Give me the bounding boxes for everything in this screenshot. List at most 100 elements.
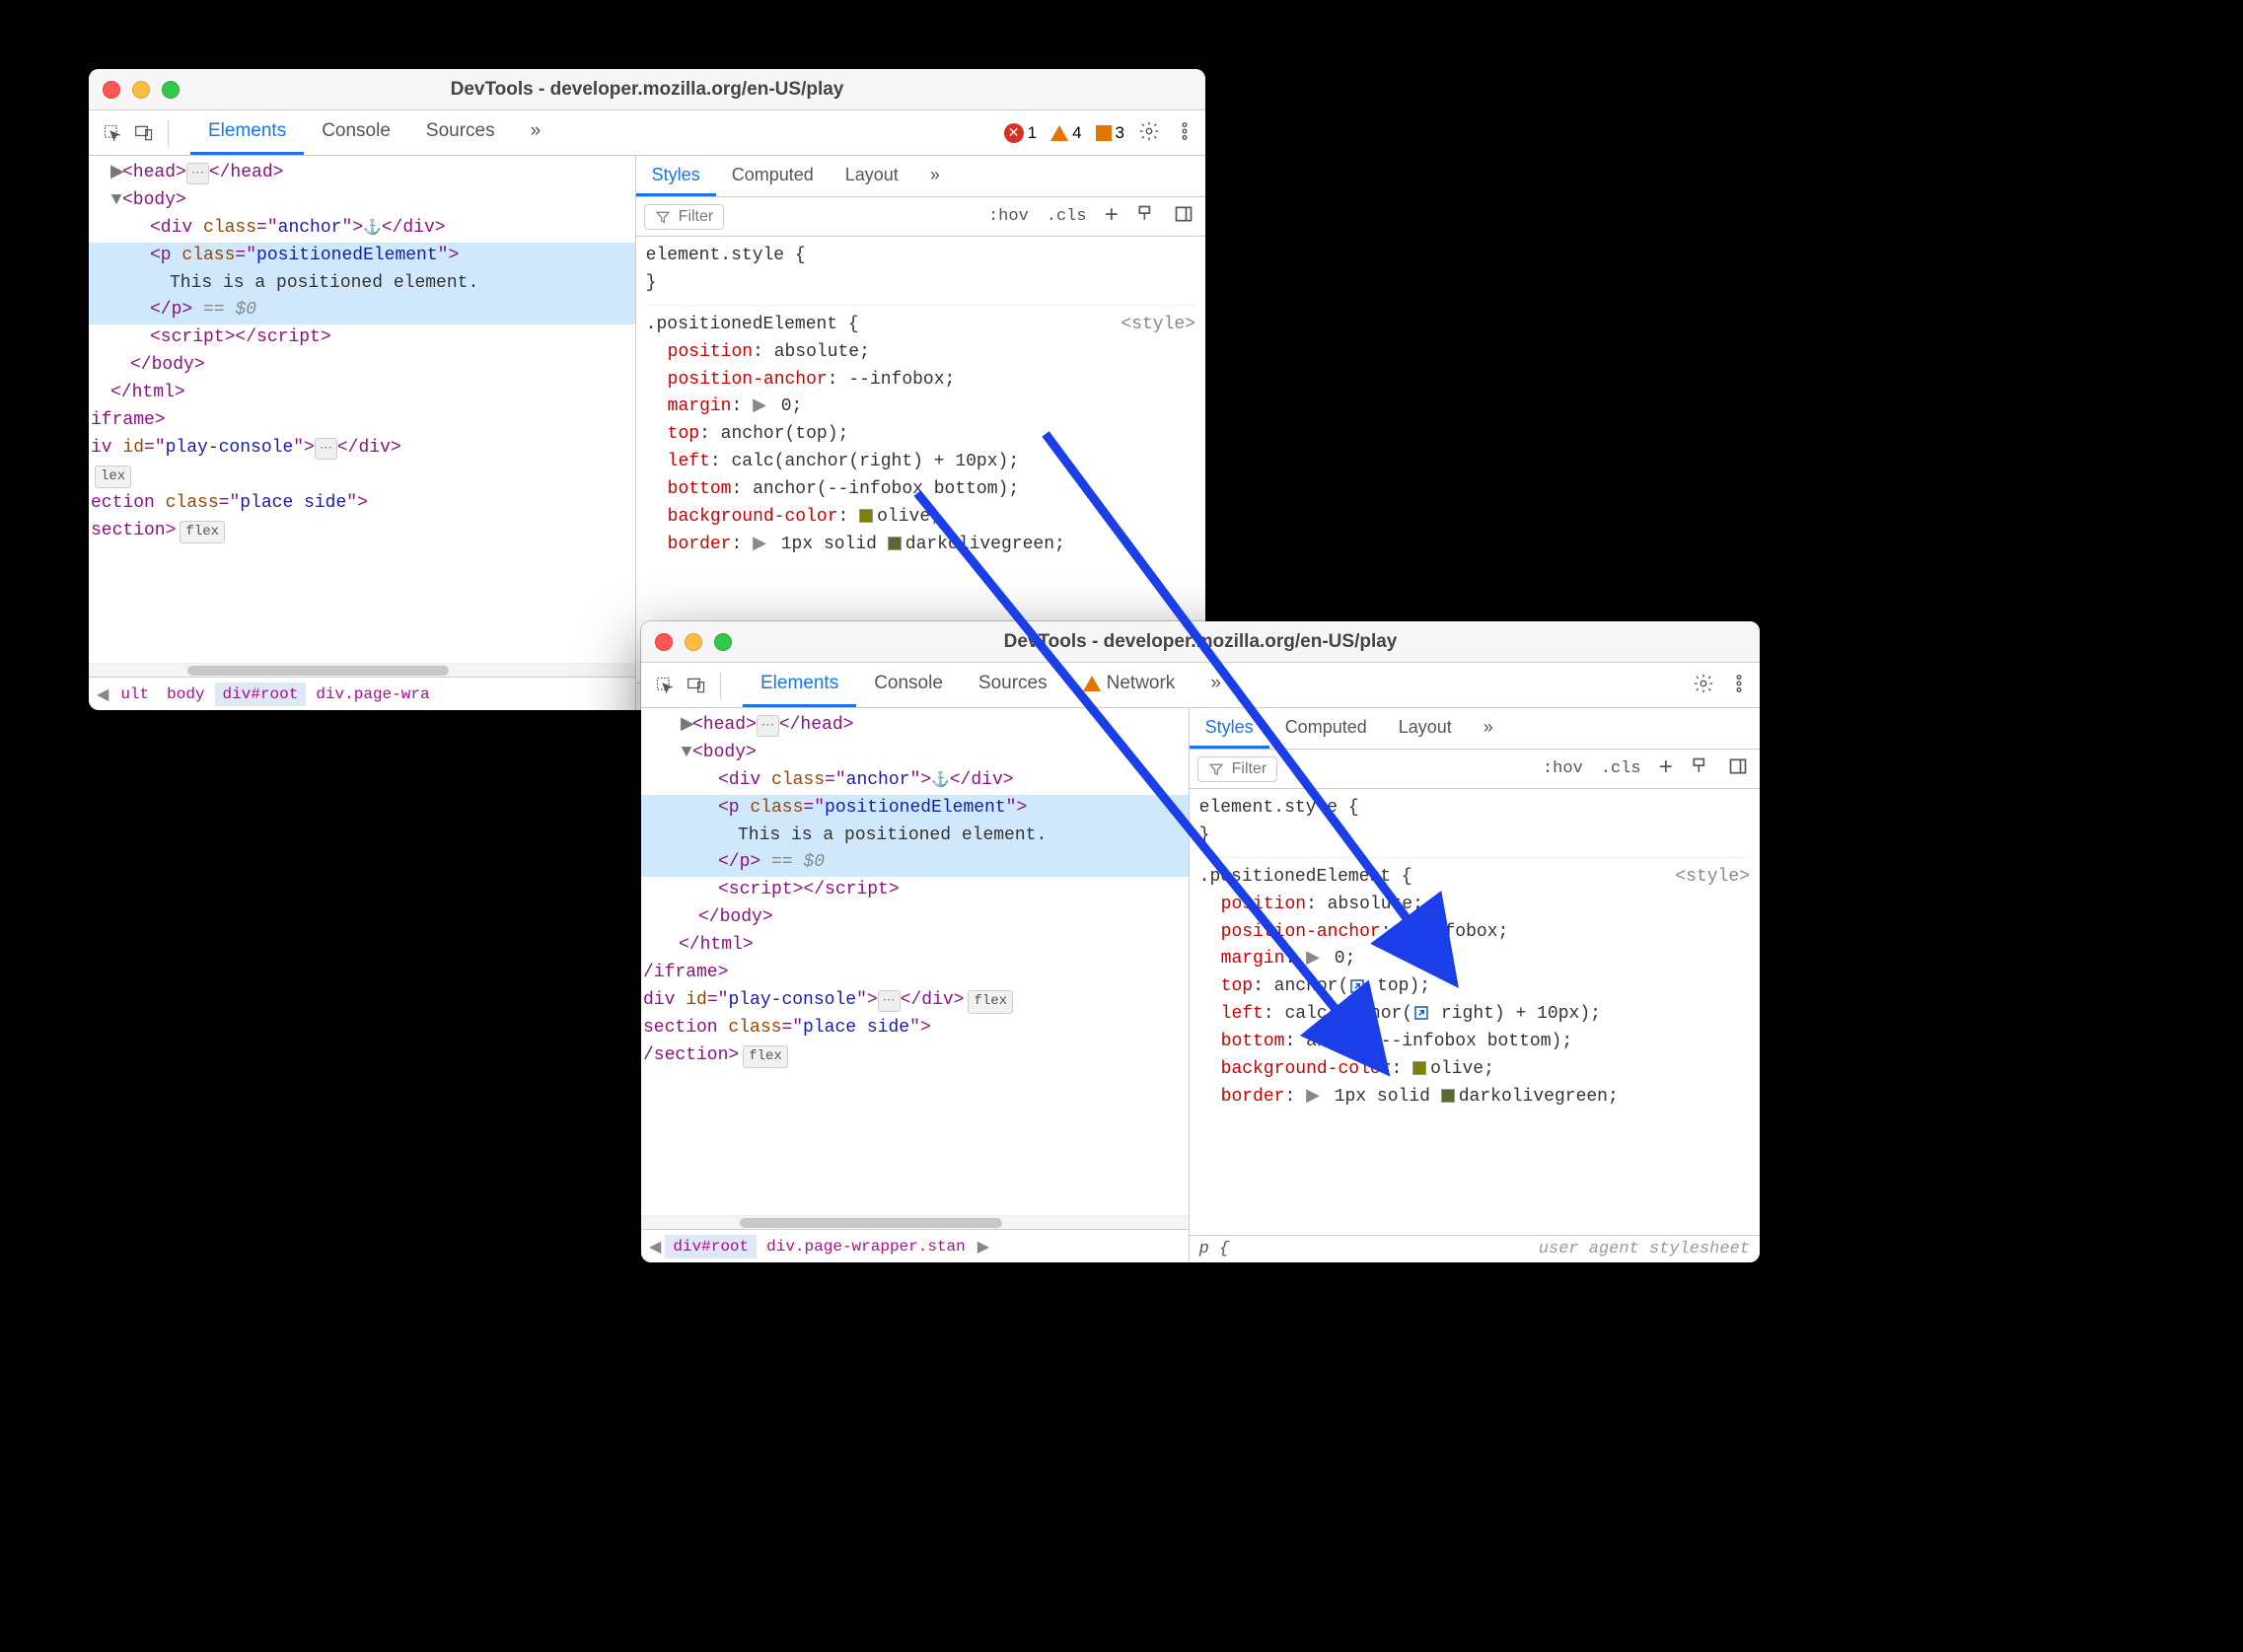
titlebar: DevTools - developer.mozilla.org/en-US/p… xyxy=(89,69,1205,110)
warnings-number: 4 xyxy=(1072,123,1081,143)
tab-sources[interactable]: Sources xyxy=(961,663,1065,707)
divider xyxy=(720,673,721,698)
inspect-element-icon[interactable] xyxy=(651,672,679,699)
expand-shorthand-icon[interactable]: ▶ xyxy=(753,396,766,416)
flex-badge[interactable]: lex xyxy=(95,466,131,489)
styles-rules[interactable]: element.style { } .positionedElement { <… xyxy=(636,237,1205,682)
errors-number: 1 xyxy=(1028,123,1037,143)
horizontal-scrollbar[interactable] xyxy=(641,1215,1189,1229)
tab-elements[interactable]: Elements xyxy=(743,663,856,707)
settings-icon[interactable] xyxy=(1693,673,1714,697)
filter-icon xyxy=(655,209,671,225)
rule-header: .positionedElement { <style> xyxy=(646,312,1195,339)
ua-stylesheet-label: user agent stylesheet xyxy=(1539,1240,1750,1258)
styles-pane: Styles Computed Layout » Filter :hov .cl… xyxy=(1190,708,1760,1262)
new-style-icon[interactable]: + xyxy=(1101,201,1122,232)
warnings-count[interactable]: 4 xyxy=(1050,123,1081,143)
expand-shorthand-icon[interactable]: ▶ xyxy=(753,535,766,554)
brush-icon[interactable] xyxy=(1687,754,1714,784)
color-swatch[interactable] xyxy=(1441,1089,1455,1103)
anchor-icon: ⚓ xyxy=(931,772,950,789)
more-tabs-icon[interactable]: » xyxy=(1193,663,1239,707)
breadcrumb-nav-right[interactable]: ▶ xyxy=(976,1237,991,1257)
expand-shorthand-icon[interactable]: ▶ xyxy=(1306,949,1320,969)
flex-badge[interactable]: flex xyxy=(968,990,1013,1014)
more-icon[interactable] xyxy=(1174,120,1195,145)
cls-toggle[interactable]: .cls xyxy=(1597,757,1645,780)
main-toolbar: Elements Console Sources Network » xyxy=(641,663,1760,708)
tab-styles[interactable]: Styles xyxy=(636,156,716,196)
anchor-link-icon[interactable] xyxy=(1348,977,1366,995)
crumb[interactable]: div.page-wra xyxy=(308,682,437,706)
tab-styles[interactable]: Styles xyxy=(1190,708,1269,749)
element-style-header: element.style { xyxy=(1199,795,1750,823)
hov-toggle[interactable]: :hov xyxy=(984,205,1033,228)
crumb[interactable]: body xyxy=(159,682,212,706)
breadcrumb-nav-left[interactable]: ◀ xyxy=(647,1237,663,1257)
dom-tree[interactable]: ▶<head>⋯</head> ▼<body> <div class="anch… xyxy=(641,708,1189,1215)
filter-bar: Filter :hov .cls + xyxy=(1190,750,1760,789)
filter-placeholder: Filter xyxy=(1232,760,1267,778)
style-source-link[interactable]: <style> xyxy=(1121,312,1195,339)
breadcrumb: ◀ div#root div.page-wrapper.stan ▶ xyxy=(641,1229,1189,1262)
crumb[interactable]: div.page-wrapper.stan xyxy=(759,1235,974,1258)
hov-toggle[interactable]: :hov xyxy=(1539,757,1587,780)
style-source-link[interactable]: <style> xyxy=(1675,864,1750,892)
elements-pane: ▶<head>⋯</head> ▼<body> <div class="anch… xyxy=(641,708,1190,1262)
panel-icon[interactable] xyxy=(1724,754,1752,784)
flex-badge[interactable]: flex xyxy=(743,1045,788,1069)
more-tabs-icon[interactable]: » xyxy=(1468,708,1509,749)
dom-tree[interactable]: ▶<head>⋯</head> ▼<body> <div class="anch… xyxy=(89,156,635,663)
filter-input[interactable]: Filter xyxy=(644,204,725,230)
tab-computed[interactable]: Computed xyxy=(716,156,830,196)
tab-network[interactable]: Network xyxy=(1065,663,1194,707)
main-tabs: Elements Console Sources Network » xyxy=(743,663,1239,707)
more-tabs-icon[interactable]: » xyxy=(914,156,956,196)
tab-sources[interactable]: Sources xyxy=(408,110,513,155)
main-panes: ▶<head>⋯</head> ▼<body> <div class="anch… xyxy=(641,708,1760,1262)
breadcrumb-nav-left[interactable]: ◀ xyxy=(95,684,110,704)
divider xyxy=(168,120,169,146)
breadcrumb: ◀ ult body div#root div.page-wra xyxy=(89,677,635,710)
tab-elements[interactable]: Elements xyxy=(190,110,304,155)
brush-icon[interactable] xyxy=(1132,202,1160,232)
cls-toggle[interactable]: .cls xyxy=(1043,205,1091,228)
anchor-link-icon[interactable] xyxy=(1412,1004,1430,1022)
color-swatch[interactable] xyxy=(1412,1061,1426,1075)
tab-layout[interactable]: Layout xyxy=(830,156,914,196)
devtools-window-2: DevTools - developer.mozilla.org/en-US/p… xyxy=(641,621,1760,1262)
elements-pane: ▶<head>⋯</head> ▼<body> <div class="anch… xyxy=(89,156,636,710)
brace: } xyxy=(646,270,1195,298)
tab-console[interactable]: Console xyxy=(304,110,408,155)
issues-number: 3 xyxy=(1116,123,1124,143)
crumb[interactable]: ult xyxy=(112,682,157,706)
tab-layout[interactable]: Layout xyxy=(1383,708,1468,749)
filter-icon xyxy=(1208,761,1224,777)
new-style-icon[interactable]: + xyxy=(1655,754,1677,784)
device-toolbar-icon[interactable] xyxy=(130,119,158,147)
styles-rules[interactable]: element.style { } .positionedElement { <… xyxy=(1190,789,1760,1235)
color-swatch[interactable] xyxy=(888,537,902,550)
color-swatch[interactable] xyxy=(859,509,873,523)
device-toolbar-icon[interactable] xyxy=(683,672,710,699)
panel-icon[interactable] xyxy=(1170,202,1197,232)
errors-count[interactable]: ✕1 xyxy=(1004,123,1037,143)
more-tabs-icon[interactable]: » xyxy=(513,110,559,155)
more-icon[interactable] xyxy=(1728,673,1750,697)
flex-badge[interactable]: flex xyxy=(180,521,225,544)
crumb[interactable]: div#root xyxy=(665,1235,757,1258)
tab-computed[interactable]: Computed xyxy=(1269,708,1383,749)
anchor-icon: ⚓ xyxy=(363,220,382,237)
inspect-element-icon[interactable] xyxy=(99,119,126,147)
issues-count[interactable]: 3 xyxy=(1096,123,1124,143)
filter-input[interactable]: Filter xyxy=(1197,756,1278,782)
devtools-window-1: DevTools - developer.mozilla.org/en-US/p… xyxy=(89,69,1205,710)
bottom-rule: p { user agent stylesheet xyxy=(1190,1235,1760,1262)
expand-shorthand-icon[interactable]: ▶ xyxy=(1306,1087,1320,1107)
crumb[interactable]: div#root xyxy=(215,682,307,706)
settings-icon[interactable] xyxy=(1138,120,1160,145)
window-title: DevTools - developer.mozilla.org/en-US/p… xyxy=(89,79,1205,101)
main-toolbar: Elements Console Sources » ✕1 4 3 xyxy=(89,110,1205,156)
horizontal-scrollbar[interactable] xyxy=(89,663,635,677)
tab-console[interactable]: Console xyxy=(856,663,961,707)
